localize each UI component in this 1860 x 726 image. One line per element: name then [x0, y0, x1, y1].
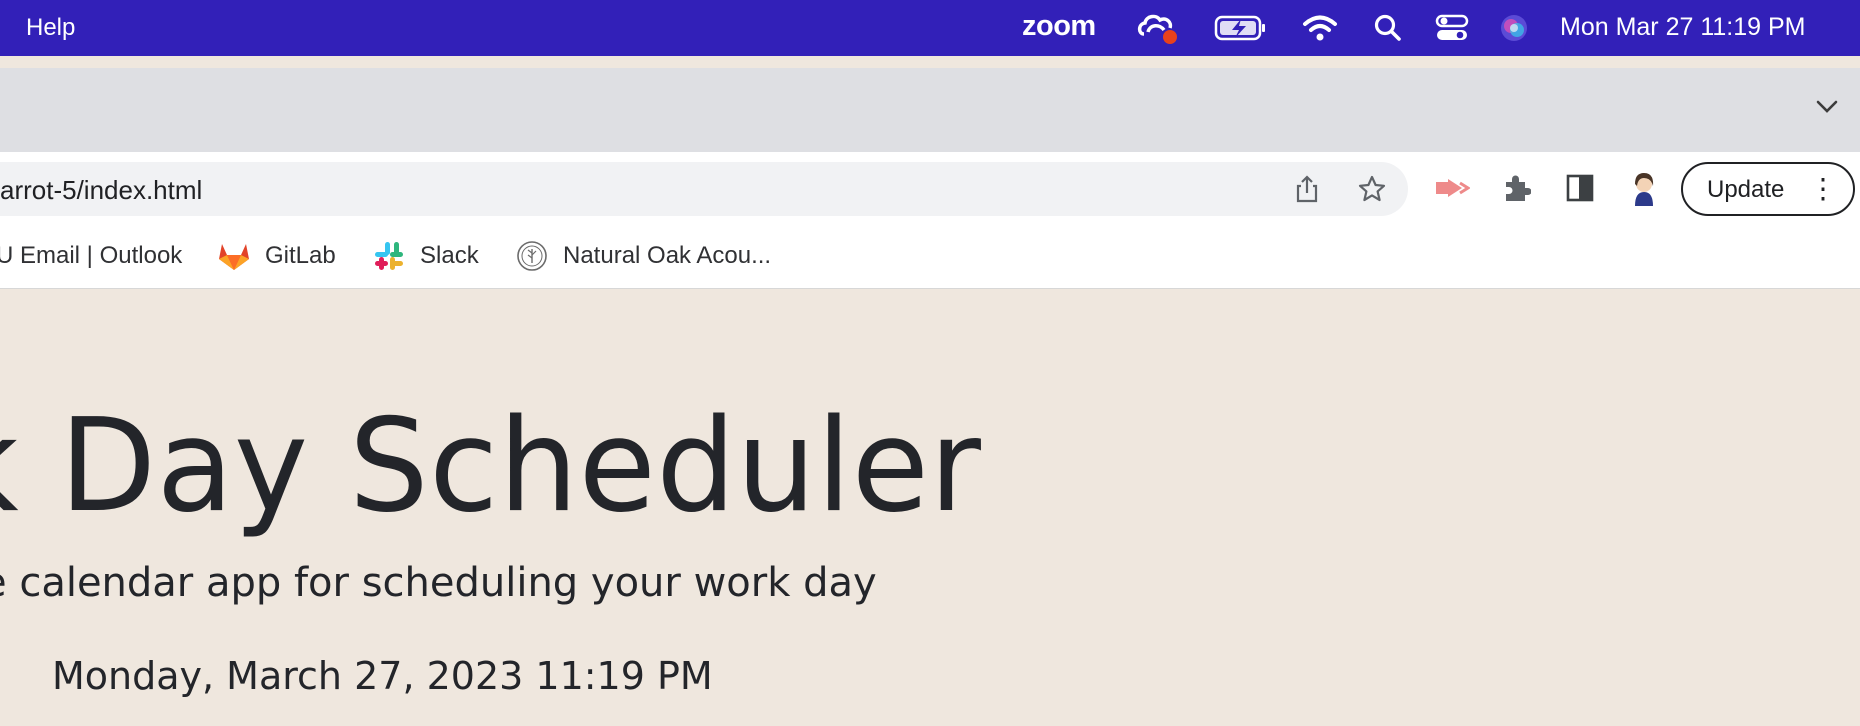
menu-help[interactable]: Help [26, 14, 75, 42]
slack-icon [372, 239, 406, 273]
screencast-extension-icon[interactable] [1434, 170, 1470, 206]
profile-avatar[interactable] [1626, 170, 1662, 206]
update-button[interactable]: Update ⋮ [1681, 162, 1855, 216]
bookmark-label: Natural Oak Acou... [563, 242, 772, 269]
more-menu-icon[interactable]: ⋮ [1809, 172, 1837, 206]
page-title: k Day Scheduler [0, 392, 982, 541]
zoom-status-icon[interactable]: zoom [1022, 10, 1096, 43]
bookmarks-bar: U Email | Outlook GitLab Slack Natural O… [0, 224, 1860, 289]
bookmark-gitlab[interactable]: GitLab [217, 238, 336, 274]
address-bar-url[interactable]: arrot-5/index.html [0, 175, 202, 206]
bookmark-label: GitLab [265, 242, 336, 269]
page-lead-text: e calendar app for scheduling your work … [0, 560, 877, 606]
update-button-label: Update [1707, 176, 1785, 203]
address-bar[interactable]: arrot-5/index.html [0, 162, 1408, 216]
gitlab-icon [217, 239, 251, 273]
spotlight-search-icon[interactable] [1372, 10, 1404, 46]
siri-icon[interactable] [1498, 10, 1530, 46]
menu-bar-clock[interactable]: Mon Mar 27 11:19 PM [1560, 13, 1805, 42]
creative-cloud-icon[interactable] [1136, 10, 1180, 46]
macos-menu-bar: Help zoom Mon Mar 27 11:19 PM [0, 0, 1860, 56]
side-panel-icon[interactable] [1562, 170, 1598, 206]
browser-tab-strip [0, 68, 1860, 152]
bookmark-star-icon[interactable] [1357, 174, 1387, 204]
bookmark-outlook-email[interactable]: U Email | Outlook [0, 238, 182, 274]
browser-toolbar: arrot-5/index.html Update ⋮ [0, 152, 1860, 224]
extensions-puzzle-icon[interactable] [1498, 170, 1534, 206]
natural-oak-icon [515, 239, 549, 273]
current-day: Monday, March 27, 2023 11:19 PM [52, 654, 713, 698]
control-center-icon[interactable] [1434, 10, 1470, 46]
tab-search-chevron-down-icon[interactable] [1816, 100, 1838, 119]
share-icon[interactable] [1292, 174, 1322, 204]
bookmark-label: U Email | Outlook [0, 242, 183, 269]
bookmark-label: Slack [420, 242, 479, 269]
battery-charging-icon[interactable] [1214, 10, 1268, 46]
bookmark-natural-oak[interactable]: Natural Oak Acou... [515, 238, 771, 274]
bookmark-slack[interactable]: Slack [372, 238, 479, 274]
wifi-icon[interactable] [1302, 10, 1338, 46]
